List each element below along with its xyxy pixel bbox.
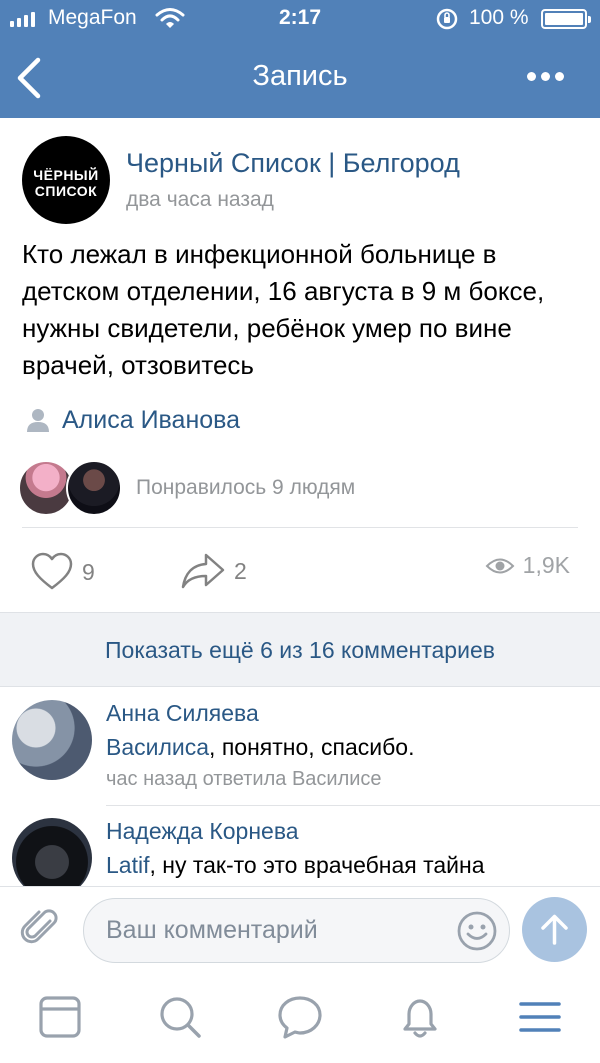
group-avatar-text: ЧЁРНЫЙ СПИСОК [33,167,99,199]
share-button[interactable]: 2 [180,552,247,590]
shares-count: 2 [234,557,247,584]
likes-count: 9 [82,558,95,585]
commenter-name[interactable]: Надежда Корнева [106,818,299,845]
news-icon[interactable] [35,992,85,1042]
comment-body: , понятно, спасибо. [209,734,415,760]
post-header: ЧЁРНЫЙ СПИСОК Черный Список | Белгород д… [0,118,600,228]
commenter-avatar[interactable] [12,700,92,780]
bell-icon[interactable] [395,992,445,1042]
person-icon [27,409,49,432]
comment-item: Анна Силяева Василиса, понятно, спасибо.… [0,688,600,806]
commenter-avatar[interactable] [12,818,92,886]
comment-text: Latif, ну так-то это врачебная тайна [106,852,485,879]
paperclip-icon[interactable] [20,907,62,949]
comment-mention[interactable]: Василиса [106,734,209,760]
author-name: Алиса Иванова [62,405,241,434]
comment-mention[interactable]: Latif [106,852,149,878]
menu-icon[interactable] [515,992,565,1042]
arrow-up-icon [541,914,568,945]
status-bar: MegaFon 2:17 100 % [0,0,600,38]
share-icon [181,553,225,589]
comment-item: Надежда Корнева Latif, ну так-то это вра… [0,806,600,886]
comment-meta: час назад ответила Василисе [106,768,382,790]
battery-percent: 100 % [469,6,529,29]
more-icon[interactable] [527,72,564,81]
comment-composer [0,886,600,972]
emoji-icon[interactable] [455,909,499,953]
battery-icon [541,9,591,29]
like-button[interactable]: 9 [30,552,95,592]
search-icon[interactable] [155,992,205,1042]
views-count: 1,9K [522,552,570,578]
show-more-label: Показать ещё 6 из 16 комментариев [105,637,495,663]
commenter-name[interactable]: Анна Силяева [106,700,259,727]
group-avatar[interactable]: ЧЁРНЫЙ СПИСОК [22,136,110,224]
messages-icon[interactable] [275,992,325,1042]
post-actions: 9 2 1,9K [0,528,600,612]
heart-icon [31,552,73,590]
nav-bar: Запись [0,38,600,118]
post-author[interactable]: Алиса Иванова [24,404,240,436]
post-timestamp: два часа назад [126,188,274,211]
show-more-comments[interactable]: Показать ещё 6 из 16 комментариев [0,612,600,687]
liker-avatar[interactable] [66,460,122,516]
group-name-link[interactable]: Черный Список | Белгород [126,148,460,179]
likers-count-text[interactable]: Понравилось 9 людям [136,476,355,500]
send-button[interactable] [522,897,587,962]
comment-text: Василиса, понятно, спасибо. [106,734,415,761]
tab-bar [0,972,600,1063]
views-counter: 1,9K [485,552,570,579]
rotation-lock-icon [436,8,458,30]
page-title: Запись [252,60,348,92]
eye-icon [485,558,515,573]
post-text: Кто лежал в инфекционной больнице в детс… [22,239,545,380]
comment-input[interactable] [83,898,510,963]
likers-row[interactable]: Понравилось 9 людям [18,460,578,516]
comment-body: , ну так-то это врачебная тайна [149,852,485,878]
